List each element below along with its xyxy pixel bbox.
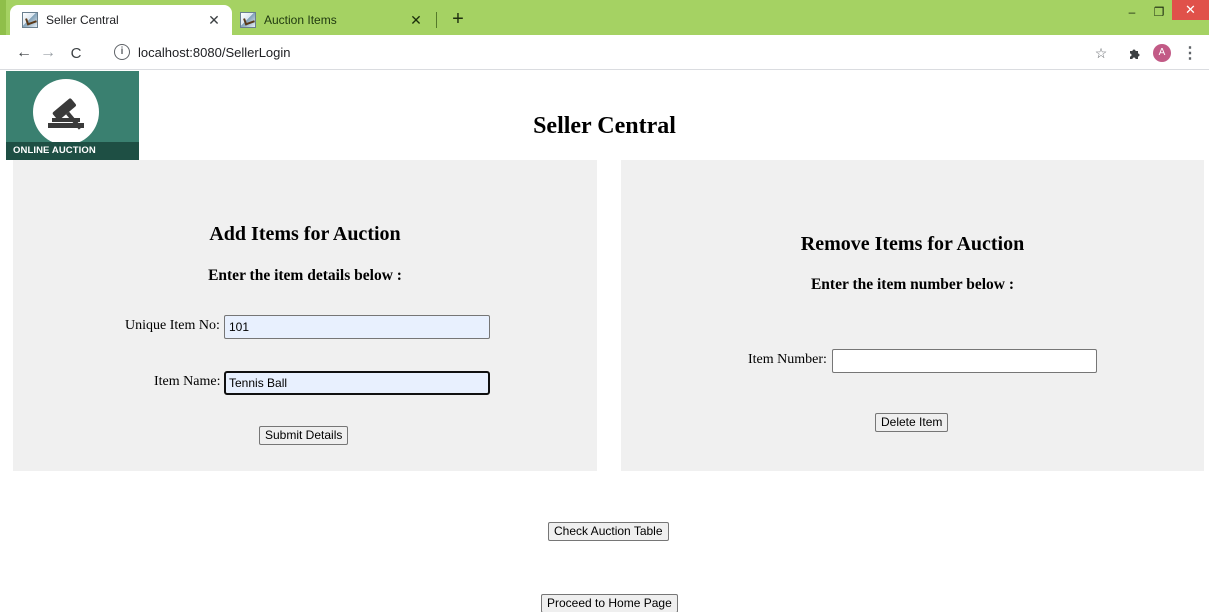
close-icon[interactable]: ✕ [406,12,426,29]
profile-avatar[interactable]: A [1152,41,1172,65]
new-tab-plus-icon[interactable]: + [446,8,470,32]
delete-item-button[interactable]: Delete Item [875,413,949,432]
tab-title: Seller Central [46,13,119,27]
restore-icon[interactable]: ❐ [1148,0,1170,24]
item-name-input[interactable] [224,371,490,395]
browser-tab-bar: Seller Central ✕ Auction Items ✕ + – ❐ ✕ [0,0,1209,35]
address-bar[interactable]: i localhost:8080/SellerLogin [96,39,1116,65]
submit-details-button[interactable]: Submit Details [259,426,349,445]
tab-auction-items[interactable]: Auction Items ✕ [228,5,434,35]
remove-items-heading: Remove Items for Auction [800,233,1025,255]
extensions-puzzle-icon[interactable] [1124,41,1146,65]
check-auction-table-button[interactable]: Check Auction Table [548,522,669,541]
url-text: localhost:8080/SellerLogin [138,44,291,60]
site-info-icon[interactable]: i [114,44,130,60]
forward-arrow-icon[interactable]: → [36,41,60,65]
back-arrow-icon[interactable]: ← [12,41,36,65]
avatar: A [1153,44,1171,62]
window-close-icon[interactable]: ✕ [1172,0,1209,20]
remove-items-subheading: Enter the item number below : [810,276,1015,293]
item-number-label: Item Number: [748,352,827,367]
bookmark-star-icon[interactable]: ☆ [1090,41,1112,65]
proceed-home-button[interactable]: Proceed to Home Page [541,594,678,612]
kebab-menu-icon[interactable]: ⋮ [1182,41,1198,65]
remove-items-panel: Remove Items for Auction Enter the item … [621,160,1204,471]
minimize-icon[interactable]: – [1121,0,1143,24]
add-items-subheading: Enter the item details below : [208,267,402,284]
page-title: Seller Central [533,113,676,139]
auction-favicon-icon [22,12,38,28]
logo-caption: ONLINE AUCTION [6,142,139,160]
auction-favicon-icon [240,12,256,28]
add-items-panel: Add Items for Auction Enter the item det… [13,160,597,471]
tab-title: Auction Items [264,13,337,27]
tab-separator [436,12,437,28]
item-name-label: Item Name: [154,374,221,389]
reload-icon[interactable]: C [64,41,88,65]
tab-bar-accent [0,0,6,35]
item-number-input[interactable] [832,349,1097,373]
add-items-heading: Add Items for Auction [209,223,401,245]
unique-item-no-input[interactable] [224,315,490,339]
browser-toolbar: ← → C i localhost:8080/SellerLogin ☆ A ⋮ [0,35,1209,70]
page-content: ONLINE AUCTION Seller Central Add Items … [0,71,1209,612]
unique-item-no-label: Unique Item No: [125,318,220,333]
tab-seller-central[interactable]: Seller Central ✕ [10,5,232,35]
close-icon[interactable]: ✕ [204,12,224,29]
